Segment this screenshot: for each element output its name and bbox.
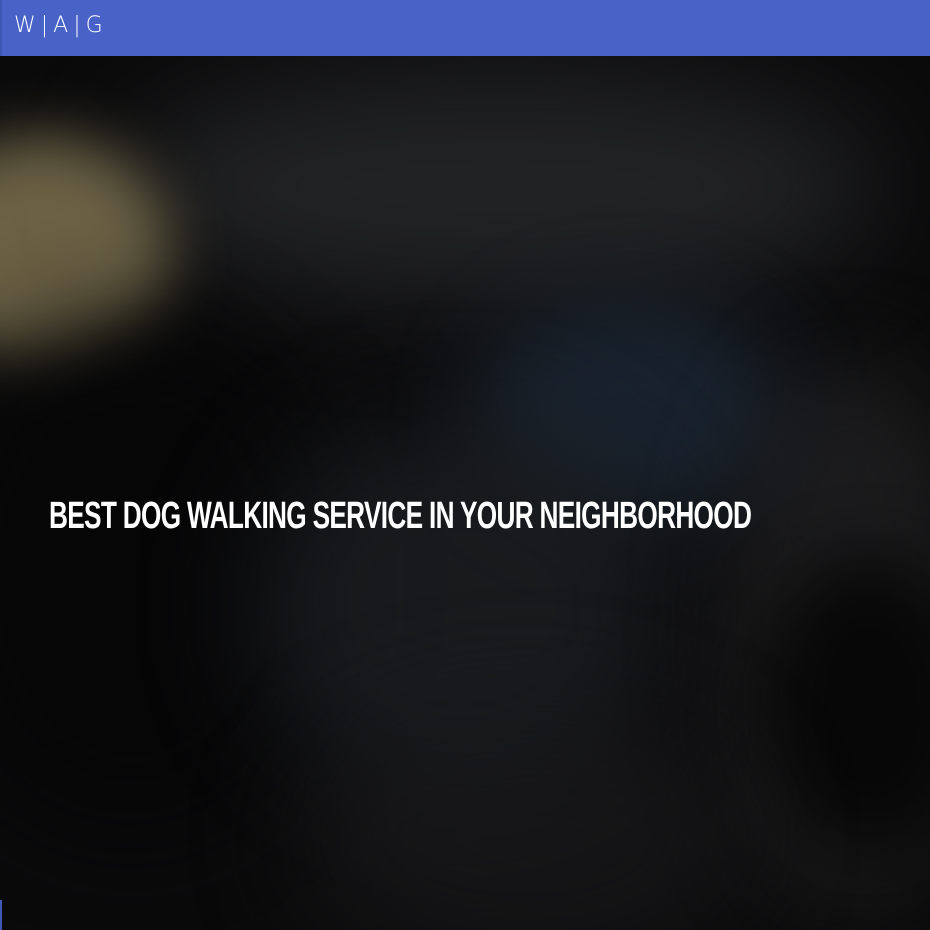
hero-section: BEST DOG WALKING SERVICE IN YOUR NEIGHBO…	[0, 56, 930, 930]
left-edge-marker	[0, 900, 2, 930]
hero-headline: BEST DOG WALKING SERVICE IN YOUR NEIGHBO…	[49, 495, 752, 537]
brand-logo[interactable]: W|A|G	[14, 11, 108, 41]
page: W|A|G BEST DOG WALKING SERVICE IN YOUR N…	[0, 0, 930, 930]
top-navbar: W|A|G	[0, 0, 930, 56]
hero-background-photo	[120, 66, 880, 306]
